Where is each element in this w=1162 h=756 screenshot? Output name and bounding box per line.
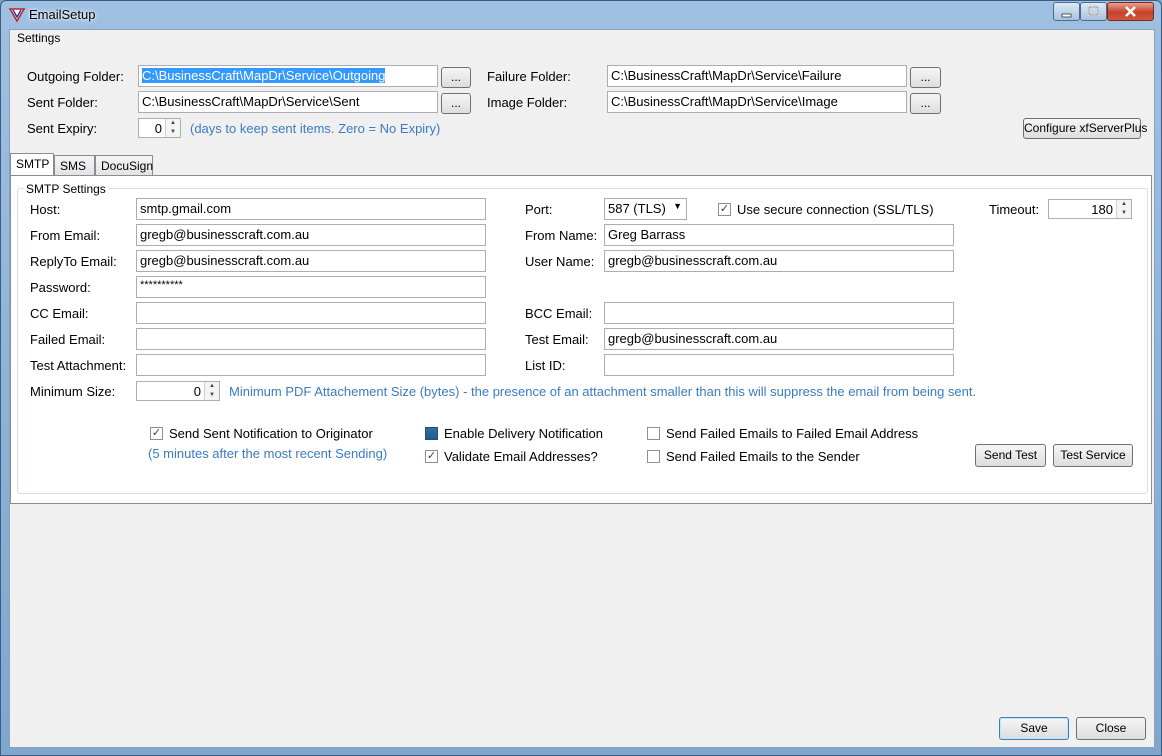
send-notification-label: Send Sent Notification to Originator (169, 426, 373, 441)
bcc-email-field[interactable] (604, 302, 954, 324)
delivery-notification-checkbox[interactable] (425, 427, 438, 440)
test-attachment-label: Test Attachment: (30, 358, 127, 373)
sent-folder-label: Sent Folder: (27, 95, 98, 110)
smtp-settings-group: SMTP Settings Host: smtp.gmail.com From … (17, 182, 1148, 494)
failed-email-label: Failed Email: (30, 332, 106, 347)
outgoing-folder-field[interactable]: C:\BusinessCraft\MapDr\Service\Outgoing (138, 65, 438, 87)
failed-to-failed-label: Send Failed Emails to Failed Email Addre… (666, 426, 919, 441)
failed-to-sender-label: Send Failed Emails to the Sender (666, 449, 860, 464)
spin-down-icon[interactable]: ▼ (166, 128, 180, 137)
minimum-size-value: 0 (193, 384, 201, 399)
spin-up-icon[interactable]: ▲ (166, 119, 180, 128)
secure-connection-label: Use secure connection (SSL/TLS) (737, 202, 934, 217)
failure-folder-field[interactable]: C:\BusinessCraft\MapDr\Service\Failure (607, 65, 907, 87)
validate-email-checkbox[interactable]: ✓ (425, 450, 438, 463)
timeout-label: Timeout: (989, 202, 1040, 217)
bcc-email-label: BCC Email: (525, 306, 593, 321)
port-dropdown[interactable]: 587 (TLS) ▼ (604, 198, 687, 220)
failed-email-field[interactable] (136, 328, 486, 350)
minimum-size-label: Minimum Size: (30, 384, 116, 399)
password-label: Password: (30, 280, 91, 295)
timeout-spinner[interactable]: 180 ▲ ▼ (1048, 199, 1132, 219)
image-folder-field[interactable]: C:\BusinessCraft\MapDr\Service\Image (607, 91, 907, 113)
spin-down-icon[interactable]: ▼ (205, 391, 219, 400)
minimize-button[interactable] (1053, 2, 1080, 21)
secure-connection-checkbox[interactable]: ✓ (718, 203, 731, 216)
minimum-size-hint: Minimum PDF Attachement Size (bytes) - t… (229, 384, 977, 399)
image-browse-button[interactable]: ... (910, 93, 941, 114)
window-title: EmailSetup (29, 7, 96, 22)
send-test-button[interactable]: Send Test (975, 444, 1046, 467)
close-window-button[interactable] (1107, 2, 1154, 21)
spin-up-icon[interactable]: ▲ (1117, 200, 1131, 209)
failed-to-failed-checkbox[interactable] (647, 427, 660, 440)
send-notification-hint: (5 minutes after the most recent Sending… (148, 446, 388, 461)
user-name-label: User Name: (525, 254, 595, 269)
port-value: 587 (TLS) (608, 201, 666, 216)
spin-up-icon[interactable]: ▲ (205, 382, 219, 391)
replyto-email-label: ReplyTo Email: (30, 254, 117, 269)
app-window: EmailSetup Settings Outgoing Folder: C:\… (0, 0, 1162, 756)
title-bar[interactable]: EmailSetup (1, 1, 1161, 29)
send-notification-checkbox[interactable]: ✓ (150, 427, 163, 440)
close-button[interactable]: Close (1076, 717, 1146, 740)
sent-expiry-label: Sent Expiry: (27, 121, 98, 136)
host-label: Host: (30, 202, 61, 217)
user-name-field[interactable]: gregb@businesscraft.com.au (604, 250, 954, 272)
sent-expiry-spinner[interactable]: 0 ▲ ▼ (138, 118, 181, 138)
validate-email-label: Validate Email Addresses? (444, 449, 598, 464)
smtp-group-title: SMTP Settings (24, 182, 108, 196)
cc-email-label: CC Email: (30, 306, 89, 321)
host-field[interactable]: smtp.gmail.com (136, 198, 486, 220)
smtp-tab-page: SMTP Settings Host: smtp.gmail.com From … (10, 175, 1152, 504)
port-label: Port: (525, 202, 553, 217)
list-id-label: List ID: (525, 358, 566, 373)
configure-xfserverplus-button[interactable]: Configure xfServerPlus (1023, 118, 1147, 139)
settings-group: Settings Outgoing Folder: C:\BusinessCra… (10, 30, 1154, 160)
save-button[interactable]: Save (999, 717, 1069, 740)
sent-expiry-value: 0 (154, 121, 162, 136)
tab-sms[interactable]: SMS (54, 155, 95, 175)
outgoing-browse-button[interactable]: ... (441, 67, 471, 88)
sent-browse-button[interactable]: ... (441, 93, 471, 114)
tab-docusign[interactable]: DocuSign (95, 155, 153, 175)
test-email-field[interactable]: gregb@businesscraft.com.au (604, 328, 954, 350)
outgoing-folder-value: C:\BusinessCraft\MapDr\Service\Outgoing (142, 68, 386, 83)
test-service-button[interactable]: Test Service (1053, 444, 1133, 467)
app-icon (8, 6, 26, 24)
from-name-field[interactable]: Greg Barrass (604, 224, 954, 246)
settings-group-title: Settings (17, 31, 61, 45)
password-field[interactable]: ********** (136, 276, 486, 298)
maximize-button[interactable] (1080, 2, 1107, 21)
chevron-down-icon: ▼ (673, 201, 682, 211)
test-email-label: Test Email: (525, 332, 589, 347)
from-email-label: From Email: (30, 228, 101, 243)
failed-to-sender-checkbox[interactable] (647, 450, 660, 463)
failure-browse-button[interactable]: ... (910, 67, 941, 88)
delivery-notification-label: Enable Delivery Notification (444, 426, 603, 441)
cc-email-field[interactable] (136, 302, 486, 324)
timeout-value: 180 (1091, 202, 1113, 217)
sent-folder-field[interactable]: C:\BusinessCraft\MapDr\Service\Sent (138, 91, 438, 113)
image-folder-label: Image Folder: (487, 95, 568, 110)
from-email-field[interactable]: gregb@businesscraft.com.au (136, 224, 486, 246)
minimum-size-spinner[interactable]: 0 ▲ ▼ (136, 381, 220, 401)
outgoing-folder-label: Outgoing Folder: (27, 69, 124, 84)
test-attachment-field[interactable] (136, 354, 486, 376)
close-icon (1125, 6, 1136, 17)
failure-folder-label: Failure Folder: (487, 69, 571, 84)
spin-down-icon[interactable]: ▼ (1117, 209, 1131, 218)
from-name-label: From Name: (525, 228, 598, 243)
replyto-email-field[interactable]: gregb@businesscraft.com.au (136, 250, 486, 272)
list-id-field[interactable] (604, 354, 954, 376)
tab-smtp[interactable]: SMTP (10, 153, 54, 176)
sent-expiry-hint: (days to keep sent items. Zero = No Expi… (190, 121, 441, 136)
client-area: Settings Outgoing Folder: C:\BusinessCra… (9, 29, 1155, 748)
